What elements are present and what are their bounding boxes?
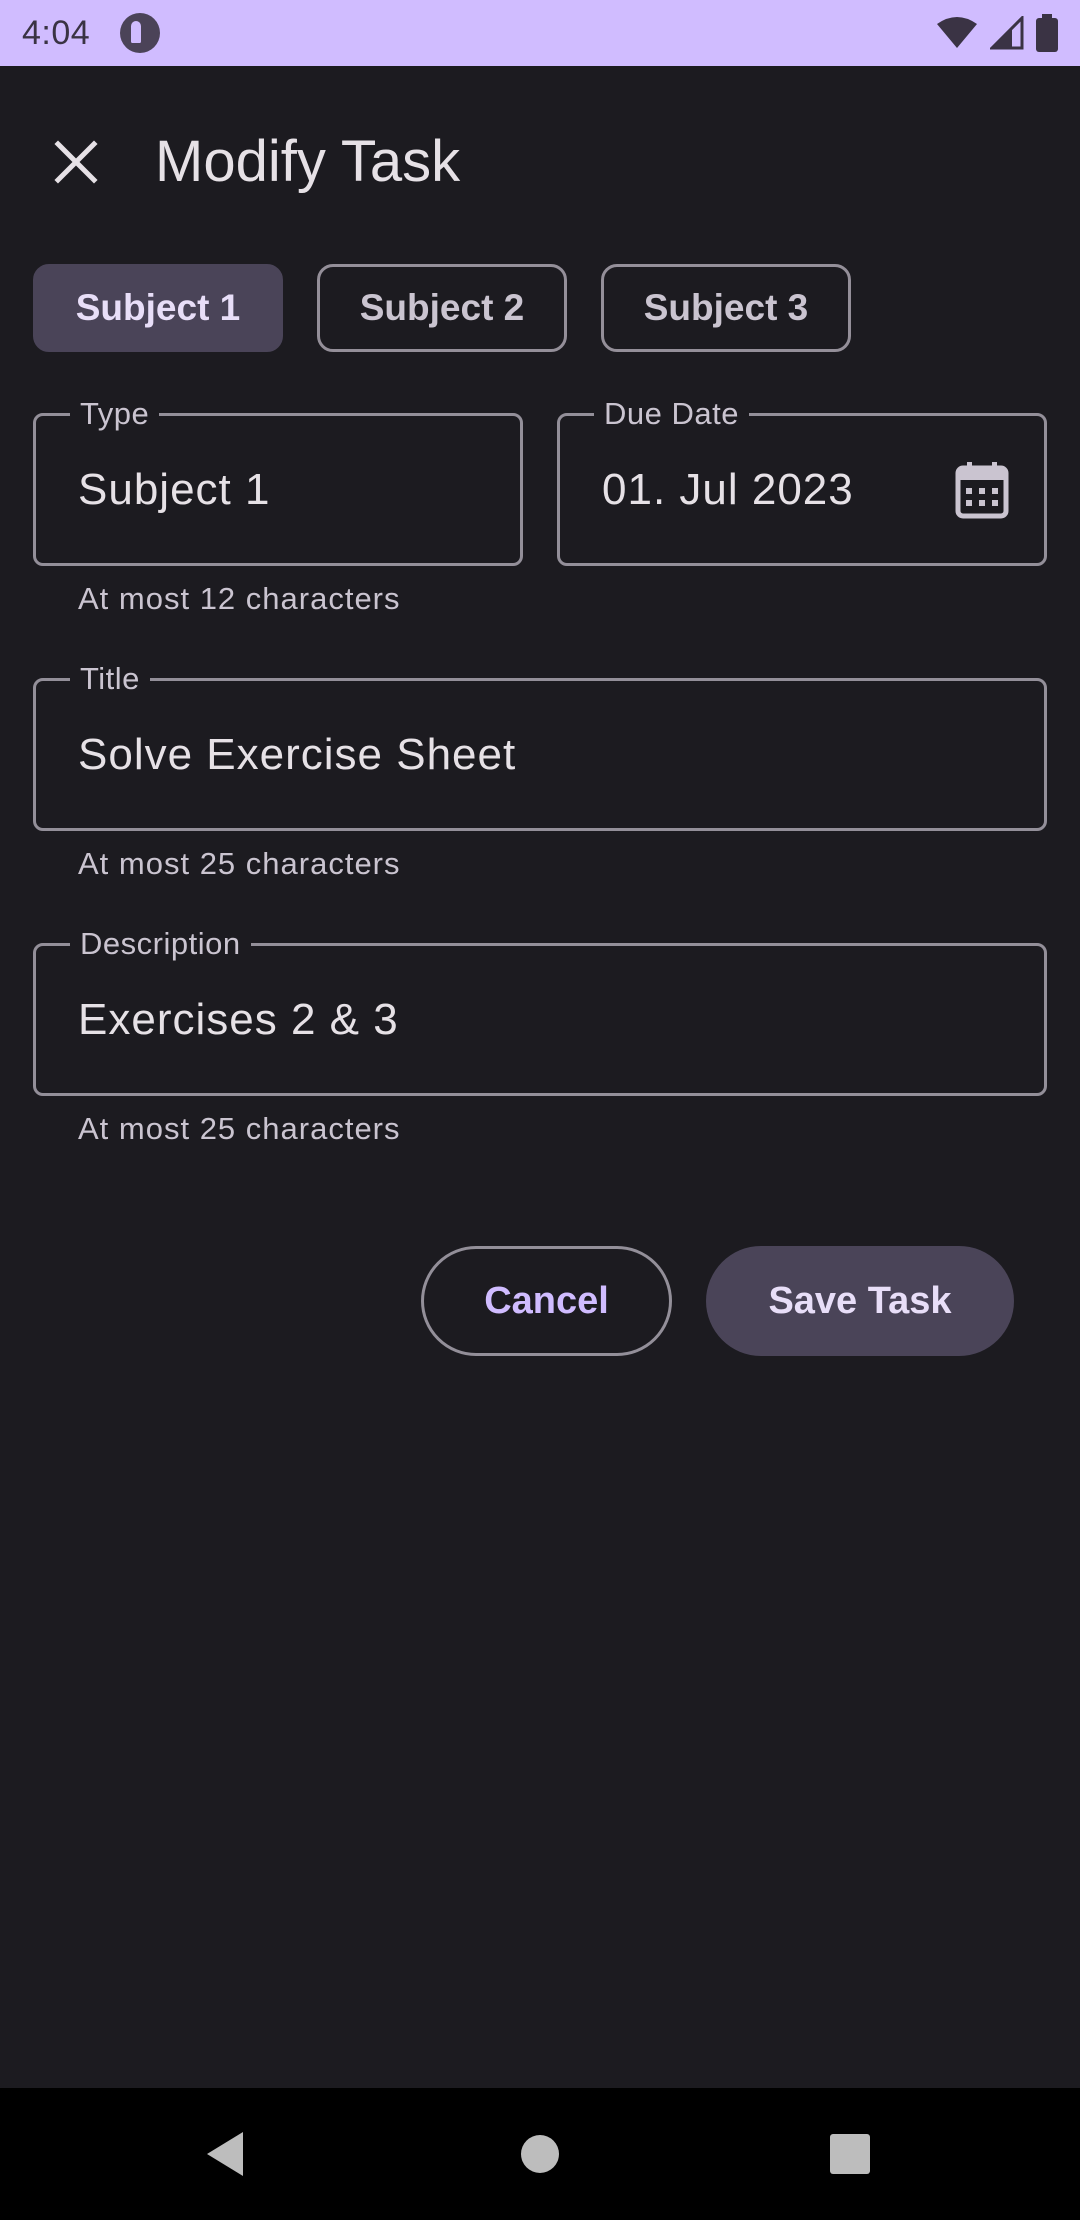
recents-button[interactable] <box>790 2088 910 2220</box>
chip-subject-1[interactable]: Subject 1 <box>33 264 283 352</box>
app-notification-icon <box>120 13 161 53</box>
description-field[interactable]: Description Exercises 2 & 3 <box>33 924 1047 1096</box>
due-date-field[interactable]: Due Date 01. Jul 2023 <box>557 394 1047 566</box>
chip-subject-3[interactable]: Subject 3 <box>601 264 851 352</box>
type-field-label: Type <box>70 394 160 434</box>
description-field-value: Exercises 2 & 3 <box>78 994 399 1044</box>
type-field[interactable]: Type Subject 1 <box>33 394 523 566</box>
cancel-button[interactable]: Cancel <box>421 1246 672 1356</box>
status-icons <box>936 14 1058 52</box>
wifi-icon <box>937 17 977 48</box>
title-field-label: Title <box>70 659 150 699</box>
page-title: Modify Task <box>155 129 461 194</box>
status-bar: 4:04 <box>0 0 1080 66</box>
status-time: 4:04 <box>22 13 91 52</box>
calendar-icon <box>955 461 1009 518</box>
chip-label: Subject 2 <box>359 287 525 328</box>
navigation-bar <box>0 2088 1080 2220</box>
title-field[interactable]: Title Solve Exercise Sheet <box>33 659 1047 831</box>
calendar-button[interactable] <box>954 460 1010 520</box>
chip-label: Subject 3 <box>643 287 809 328</box>
save-task-button-label: Save Task <box>768 1279 952 1322</box>
title-field-value: Solve Exercise Sheet <box>78 729 517 779</box>
recents-icon <box>830 2134 870 2174</box>
back-icon <box>207 2132 243 2176</box>
type-supporting-text: At most 12 characters <box>78 581 401 616</box>
signal-icon <box>990 16 1024 50</box>
chip-subject-2[interactable]: Subject 2 <box>317 264 567 352</box>
due-date-field-value: 01. Jul 2023 <box>602 464 854 514</box>
type-field-value: Subject 1 <box>78 464 271 514</box>
description-field-label: Description <box>70 924 251 964</box>
description-supporting-text: At most 25 characters <box>78 1111 401 1146</box>
save-task-button[interactable]: Save Task <box>706 1246 1014 1356</box>
top-app-bar: Modify Task <box>0 66 1080 246</box>
chip-label: Subject 1 <box>75 287 241 328</box>
home-icon <box>521 2135 559 2173</box>
home-button[interactable] <box>480 2088 600 2220</box>
cancel-button-label: Cancel <box>484 1279 609 1322</box>
back-button[interactable] <box>165 2088 285 2220</box>
close-icon <box>54 140 98 184</box>
title-supporting-text: At most 25 characters <box>78 846 401 881</box>
battery-icon <box>1036 14 1058 52</box>
screen: 4:04 Modify Task Subject 1 Subject 2 Sub… <box>0 0 1080 2220</box>
due-date-field-label: Due Date <box>594 394 749 434</box>
close-button[interactable] <box>36 122 116 202</box>
